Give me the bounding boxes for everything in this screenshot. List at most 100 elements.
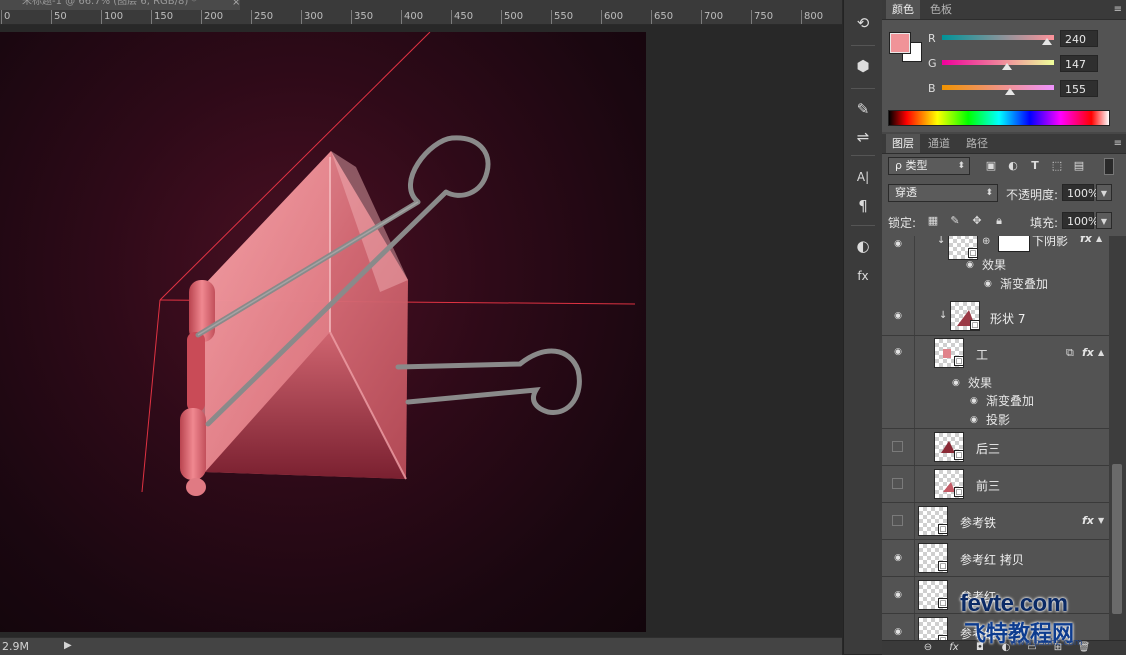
eye-icon[interactable]: ◉ bbox=[892, 348, 904, 357]
vector-badge-icon: □ bbox=[954, 356, 964, 366]
collapse-arrow-icon[interactable]: ▲ bbox=[1098, 348, 1104, 357]
effect-item[interactable]: 渐变叠加 bbox=[1000, 275, 1048, 292]
effect-item[interactable]: 渐变叠加 bbox=[986, 392, 1034, 409]
slider-thumb[interactable] bbox=[1005, 88, 1016, 95]
channel-value-field-r[interactable]: 240 bbox=[1060, 30, 1098, 47]
collapse-arrow-icon[interactable]: ▲ bbox=[1096, 236, 1102, 243]
eye-icon[interactable]: ◉ bbox=[952, 378, 960, 388]
layer-name[interactable]: 参考红 拷贝 bbox=[960, 551, 1024, 568]
eye-icon[interactable]: ◉ bbox=[970, 415, 978, 425]
layer-row[interactable]: ◉ □ 参考红 拷贝 bbox=[882, 540, 1109, 577]
character-icon[interactable]: A| bbox=[852, 166, 874, 188]
visibility-toggle[interactable] bbox=[892, 478, 903, 489]
lock-image-brush-icon[interactable]: ✎ bbox=[948, 214, 962, 228]
3d-icon[interactable]: ⬢ bbox=[852, 55, 874, 77]
styles-icon[interactable]: fx bbox=[852, 265, 874, 287]
close-tab-icon[interactable]: × bbox=[232, 0, 240, 8]
channel-value-field-b[interactable]: 155 bbox=[1060, 80, 1098, 97]
document-size-readout[interactable]: 2.9M bbox=[2, 640, 29, 653]
eye-icon[interactable]: ◉ bbox=[892, 591, 904, 600]
smart-object-icon: ⧉ bbox=[1066, 346, 1074, 359]
artwork[interactable] bbox=[0, 32, 646, 632]
tab-paths[interactable]: 路径 bbox=[960, 134, 994, 153]
layer-name[interactable]: 形状 7 bbox=[990, 310, 1025, 327]
filter-shape-icon[interactable]: ⬚ bbox=[1050, 159, 1064, 173]
opacity-field[interactable]: 100% bbox=[1062, 184, 1098, 201]
lock-position-icon[interactable]: ✥ bbox=[970, 214, 984, 228]
foreground-color-swatch[interactable] bbox=[889, 32, 911, 54]
status-menu-arrow-icon[interactable]: ▶ bbox=[64, 640, 72, 651]
visibility-toggle[interactable] bbox=[892, 515, 903, 526]
eye-icon[interactable]: ◉ bbox=[892, 240, 904, 249]
layer-row[interactable]: ◉ □ 工 ⧉ fx ▲ ◉ 效果 ◉ 渐变叠加 ◉ 投影 bbox=[882, 336, 1109, 429]
handle-wire-back bbox=[395, 348, 582, 415]
layer-row[interactable]: □ 前三 bbox=[882, 466, 1109, 503]
adjust-tool-icon[interactable]: ⇌ bbox=[852, 126, 874, 148]
channel-slider-g[interactable] bbox=[942, 60, 1054, 65]
adjustments-icon[interactable]: ◐ bbox=[852, 235, 874, 257]
slider-thumb[interactable] bbox=[1042, 38, 1053, 45]
filter-adjustment-icon[interactable]: ◐ bbox=[1006, 159, 1020, 173]
opacity-dropdown-icon[interactable]: ▼ bbox=[1096, 184, 1112, 201]
filter-toggle-switch[interactable] bbox=[1104, 158, 1114, 175]
panel-icon-strip: ⟲ ⬢ ✎ ⇌ A| ¶ ◐ fx bbox=[843, 0, 883, 654]
lock-transparent-icon[interactable]: ▦ bbox=[926, 214, 940, 228]
channel-slider-r[interactable] bbox=[942, 35, 1054, 40]
effect-item[interactable]: 投影 bbox=[986, 411, 1010, 428]
ruler-tick-label: 650 bbox=[651, 10, 673, 24]
status-bar: 2.9M ▶ bbox=[0, 637, 842, 655]
lock-all-icon[interactable]: 🔒︎ bbox=[992, 214, 1006, 228]
color-panel-menu-icon[interactable]: ≡ bbox=[1114, 0, 1122, 19]
layers-scrollbar[interactable] bbox=[1109, 236, 1126, 640]
visibility-column bbox=[882, 503, 915, 539]
tab-swatches[interactable]: 色板 bbox=[924, 0, 958, 19]
fx-icon[interactable]: fx bbox=[1080, 236, 1092, 245]
watermark: fevte.com 飞特教程网 www.psahz.com bbox=[958, 590, 1126, 654]
channel-slider-b[interactable] bbox=[942, 85, 1054, 90]
layer-name[interactable]: 参考铁 bbox=[960, 514, 996, 531]
tab-layers[interactable]: 图层 bbox=[886, 134, 920, 153]
layer-name[interactable]: 下阴影 bbox=[1032, 236, 1068, 249]
eye-icon[interactable]: ◉ bbox=[892, 312, 904, 321]
layer-row[interactable]: ◉ ↓ □ 形状 7 bbox=[882, 298, 1109, 336]
link-layers-icon[interactable]: ⊖ bbox=[920, 641, 936, 655]
tab-color[interactable]: 颜色 bbox=[886, 0, 920, 19]
fill-field[interactable]: 100% bbox=[1062, 212, 1098, 229]
expand-arrow-icon[interactable]: ▼ bbox=[1098, 516, 1104, 525]
channel-value-field-g[interactable]: 147 bbox=[1060, 55, 1098, 72]
layer-row[interactable]: ◉ ↓ □ ⊕ 下阴影 fx ▲ ◉ 效果 ◉ 渐变叠加 bbox=[882, 236, 1109, 299]
eye-icon[interactable]: ◉ bbox=[970, 396, 978, 406]
layer-filter-dropdown[interactable]: ρ 类型 ⬍ bbox=[888, 157, 970, 175]
fill-dropdown-icon[interactable]: ▼ bbox=[1096, 212, 1112, 229]
fx-icon[interactable]: fx bbox=[1082, 346, 1094, 359]
layer-name[interactable]: 后三 bbox=[976, 440, 1000, 457]
slider-thumb[interactable] bbox=[1001, 63, 1012, 70]
layers-panel-menu-icon[interactable]: ≡ bbox=[1114, 134, 1122, 153]
document-tab[interactable]: 未标题-1 @ 66.7% (图层 6, RGB/8) * bbox=[0, 0, 240, 10]
blend-mode-dropdown[interactable]: 穿透 ⬍ bbox=[888, 184, 998, 202]
filter-pixel-icon[interactable]: ▣ bbox=[984, 159, 998, 173]
tab-channels[interactable]: 通道 bbox=[922, 134, 956, 153]
paragraph-icon[interactable]: ¶ bbox=[852, 195, 874, 217]
layer-name[interactable]: 前三 bbox=[976, 477, 1000, 494]
canvas-area[interactable] bbox=[0, 25, 842, 637]
tool-separator bbox=[851, 225, 875, 226]
layer-name[interactable]: 工 bbox=[976, 346, 988, 363]
layer-row[interactable]: □ 后三 bbox=[882, 429, 1109, 466]
brush-presets-icon[interactable]: ✎ bbox=[852, 98, 874, 120]
eye-icon[interactable]: ◉ bbox=[984, 279, 992, 289]
visibility-column: ◉ bbox=[882, 236, 915, 298]
layer-mask-thumbnail[interactable] bbox=[998, 236, 1030, 252]
eye-icon[interactable]: ◉ bbox=[966, 260, 974, 270]
color-panel: R 240 G 147 B 155 bbox=[882, 20, 1126, 132]
eye-icon[interactable]: ◉ bbox=[892, 628, 904, 637]
color-spectrum-ramp[interactable] bbox=[888, 110, 1110, 126]
ruler-tick-label: 600 bbox=[601, 10, 623, 24]
eye-icon[interactable]: ◉ bbox=[892, 554, 904, 563]
filter-type-icon[interactable]: T bbox=[1028, 159, 1042, 173]
visibility-toggle[interactable] bbox=[892, 441, 903, 452]
filter-smart-object-icon[interactable]: ▤ bbox=[1072, 159, 1086, 173]
history-icon[interactable]: ⟲ bbox=[852, 12, 874, 34]
layer-row[interactable]: □ 参考铁 fx ▼ bbox=[882, 503, 1109, 540]
fx-icon[interactable]: fx bbox=[1082, 514, 1094, 527]
